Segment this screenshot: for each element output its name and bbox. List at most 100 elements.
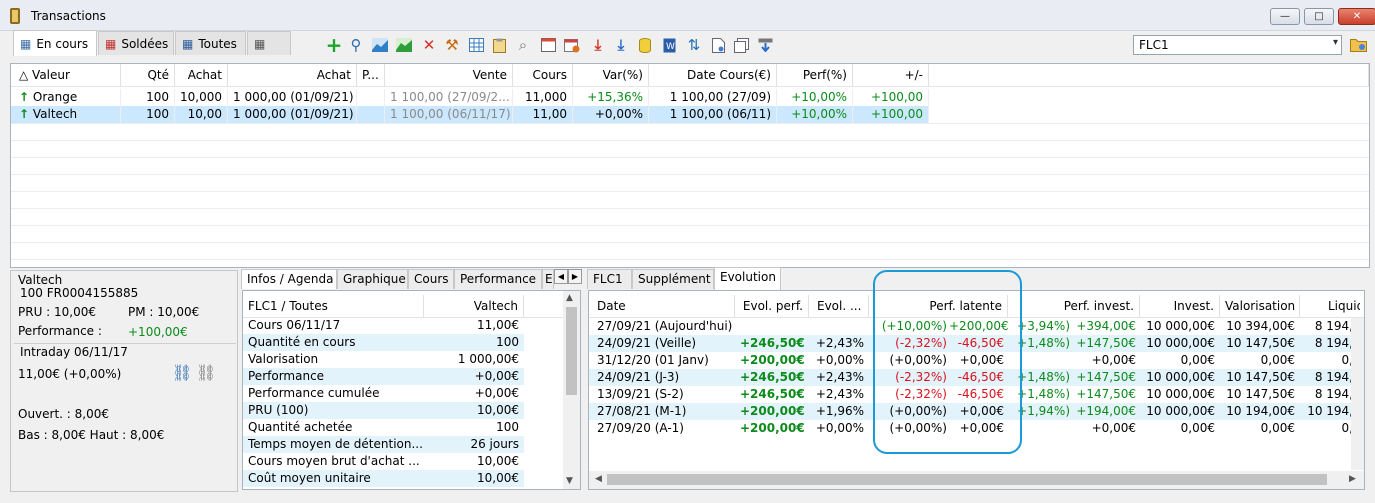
paperclip-icon[interactable]: ⌕	[514, 36, 532, 54]
database-icon[interactable]	[636, 36, 654, 54]
calendar-icon[interactable]	[563, 36, 581, 54]
info-row-label: Quantité en cours	[248, 335, 356, 349]
horizontal-scrollbar[interactable]: ◀ ▶	[589, 471, 1364, 489]
col-header-plus-minus[interactable]: +/-	[853, 64, 929, 87]
row-perf: +10,00%	[777, 106, 853, 123]
intraday-value: 11,00€ (+0,00%)	[18, 367, 122, 381]
tab-label: En cours	[36, 36, 89, 51]
chevron-down-icon: ▾	[1332, 37, 1338, 48]
col-header-achat-total[interactable]: Achat	[228, 64, 357, 87]
evo-cell-valo: 0,00€	[1260, 421, 1295, 435]
portfolio-select[interactable]: FLC1 ▾	[1133, 35, 1342, 55]
coins-red-icon: ▦	[105, 36, 117, 51]
vertical-scrollbar-stub[interactable]	[1351, 318, 1364, 470]
row-perf: +10,00%	[777, 89, 853, 106]
tab-en-cours[interactable]: ▦ En cours	[13, 30, 97, 56]
app-icon	[10, 8, 20, 24]
info-row-value: 1 000,00€	[457, 352, 519, 366]
tab-scroll-right-icon[interactable]: ▶	[568, 269, 582, 284]
export-icon[interactable]	[756, 36, 774, 54]
scroll-up-icon[interactable]: ▲	[566, 293, 573, 303]
clipboard-icon[interactable]	[490, 36, 508, 54]
col-header-empty	[929, 64, 1369, 87]
evo-cell-date: 13/09/21 (S-2)	[597, 387, 684, 401]
tab-toutes[interactable]: ▦ Toutes	[175, 31, 246, 55]
evo-cell-liq: 0,	[1341, 353, 1353, 367]
info-row-label: Cours 06/11/17	[248, 318, 341, 332]
col-header-date-cours[interactable]: Date Cours(€)	[649, 64, 777, 87]
evo-cell-evol-perf	[735, 318, 809, 335]
link-icon[interactable]: ⛓	[172, 363, 192, 382]
evo-cell-date: 31/12/20 (01 Janv)	[597, 353, 709, 367]
table-icon[interactable]	[467, 36, 485, 54]
info-row-label: Cours moyen brut d'achat ...	[248, 454, 420, 468]
maximize-button[interactable]: □	[1304, 8, 1334, 25]
evo-col-date[interactable]: Date	[589, 295, 735, 317]
tab-supplement[interactable]: Supplément	[632, 269, 714, 289]
tab-graphique[interactable]: Graphique	[337, 269, 408, 289]
evo-cell-invest: 10 000,00€	[1146, 404, 1215, 418]
close-button[interactable]: ✕	[1338, 8, 1375, 25]
portfolio-select-value: FLC1	[1139, 38, 1169, 52]
scroll-down-icon[interactable]: ▼	[566, 476, 573, 486]
evo-cell-evol-perf: +246,50€	[740, 387, 805, 401]
tab-flc1[interactable]: FLC1	[587, 269, 632, 289]
hammer-icon[interactable]: ⚒	[443, 36, 461, 54]
window-titlebar: Transactions — □ ✕	[0, 0, 1375, 31]
folder-settings-icon[interactable]	[1349, 35, 1367, 53]
col-header-var[interactable]: Var(%)	[573, 64, 649, 87]
evo-col-invest[interactable]: Invest.	[1140, 295, 1220, 317]
svg-text:W: W	[666, 42, 675, 52]
copy-icon[interactable]	[732, 36, 750, 54]
col-header-p[interactable]: P...	[357, 64, 385, 87]
tab-extra[interactable]: ▦	[247, 31, 291, 55]
evo-cell-evol	[809, 318, 869, 335]
evo-cell-perf-inv-b: +194,00€	[1076, 404, 1136, 418]
delete-icon[interactable]: ✕	[420, 36, 438, 54]
download-blue-icon[interactable]: ⤓	[612, 36, 630, 54]
evo-col-perf-invest[interactable]: Perf. invest.	[1008, 295, 1140, 317]
col-header-qte[interactable]: Qté	[121, 64, 175, 87]
col-header-cours[interactable]: Cours	[513, 64, 573, 87]
chart-area-icon[interactable]	[371, 36, 389, 54]
detail-isin: 100 FR0004155885	[20, 286, 139, 300]
evo-col-valorisation[interactable]: Valorisation	[1220, 295, 1300, 317]
scroll-right-icon[interactable]: ▶	[1349, 474, 1356, 484]
vertical-scrollbar[interactable]: ▲ ▼	[563, 291, 580, 489]
coins-blue-icon: ▦	[182, 36, 194, 51]
col-header-vente[interactable]: Vente	[385, 64, 513, 87]
scroll-thumb-h[interactable]	[607, 474, 1327, 485]
tab-performance[interactable]: Performance	[454, 269, 542, 289]
tab-scroll-left-icon[interactable]: ◀	[554, 269, 568, 284]
evo-col-liquid[interactable]: Liquid	[1300, 295, 1360, 317]
minimize-button[interactable]: —	[1270, 8, 1300, 25]
tab-e[interactable]: E	[542, 269, 554, 289]
unlink-icon[interactable]: ⛓	[196, 363, 216, 382]
tab-soldees[interactable]: ▦ Soldées	[98, 31, 174, 55]
col-header-valeur[interactable]: △ Valeur	[11, 64, 121, 87]
document-icon[interactable]	[709, 36, 727, 54]
positions-grid[interactable]: △ Valeur Qté Achat Achat P... Vente Cour…	[10, 63, 1370, 268]
search-icon[interactable]: ⚲	[347, 36, 365, 54]
evo-cell-evol: +2,43%	[815, 336, 864, 350]
info-row-value: +0,00€	[474, 369, 519, 383]
word-icon[interactable]: W	[660, 36, 678, 54]
scroll-thumb[interactable]	[566, 307, 577, 395]
tab-infos-agenda[interactable]: Infos / Agenda	[241, 269, 337, 289]
col-header-achat[interactable]: Achat	[175, 64, 228, 87]
transfer-icon[interactable]: ⇅	[685, 36, 703, 54]
tab-evolution[interactable]: Evolution	[714, 267, 781, 290]
info-row-value: 26 jours	[470, 437, 519, 451]
evo-cell-liq: 8 194,	[1314, 370, 1353, 384]
grid-line	[11, 174, 1369, 175]
evo-col-evol-perf[interactable]: Evol. perf.	[735, 295, 809, 317]
tab-cours[interactable]: Cours	[408, 269, 454, 289]
col-header-perf[interactable]: Perf(%)	[777, 64, 853, 87]
download-red-icon[interactable]: ⤓	[589, 36, 607, 54]
add-icon[interactable]: +	[325, 35, 343, 55]
info-table[interactable]: FLC1 / Toutes Valtech Cours 06/11/17 11,…	[242, 290, 581, 490]
scroll-left-icon[interactable]: ◀	[595, 474, 602, 484]
chart-green-icon[interactable]	[395, 36, 413, 54]
evo-col-evol[interactable]: Evol. ...	[809, 295, 869, 317]
window-icon[interactable]	[539, 36, 557, 54]
